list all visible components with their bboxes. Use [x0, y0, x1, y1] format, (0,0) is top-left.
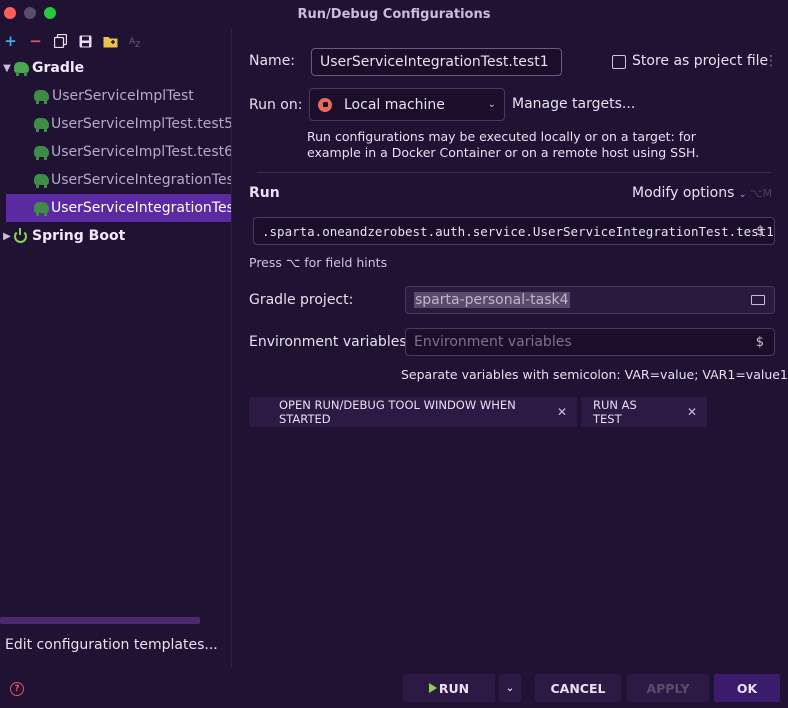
section-divider — [257, 172, 771, 173]
configurations-toolbar: + − AZ — [0, 28, 231, 54]
window-title: Run/Debug Configurations — [297, 6, 491, 22]
chip-open-tool-window: OPEN RUN/DEBUG TOOL WINDOW WHEN STARTED … — [249, 397, 577, 427]
run-button[interactable]: RUN — [403, 674, 495, 702]
tree-group-spring-boot[interactable]: ▶ Spring Boot — [0, 222, 231, 250]
edit-templates-link[interactable]: Edit configuration templates... — [5, 637, 218, 653]
folder-icon[interactable] — [751, 295, 765, 305]
tree-item[interactable]: UserServiceImplTest.test6 — [0, 138, 231, 166]
gradle-project-input[interactable]: sparta-personal-task4 — [405, 286, 775, 314]
gradle-project-value: sparta-personal-task4 — [414, 292, 570, 308]
run-button-label: RUN — [438, 680, 470, 696]
tree-item-label: UserServiceImplTest.test5 — [51, 116, 231, 132]
window-controls — [4, 7, 56, 19]
plus-icon[interactable]: + — [2, 32, 19, 50]
play-icon — [428, 683, 437, 693]
dialog-footer: ? RUN ⌄ CANCEL APPLY OK — [0, 668, 788, 708]
manage-targets-link[interactable]: Manage targets... — [512, 96, 635, 112]
run-dropdown-button[interactable]: ⌄ — [499, 674, 521, 702]
modify-options-label: Modify options — [632, 185, 735, 201]
store-as-project-file-checkbox[interactable] — [612, 55, 626, 69]
close-window-button[interactable] — [4, 7, 16, 19]
env-variables-input[interactable]: Environment variables $ — [405, 328, 775, 356]
run-on-note-line-1: Run configurations may be executed local… — [307, 129, 696, 144]
gradle-icon — [34, 201, 49, 216]
local-machine-icon — [318, 97, 332, 112]
chevron-down-icon[interactable]: ▼ — [0, 63, 14, 74]
new-folder-icon[interactable] — [102, 33, 119, 50]
minus-icon[interactable]: − — [27, 32, 44, 50]
modify-options-shortcut: ⌥M — [750, 187, 773, 200]
field-hints-text: Press ⌥ for field hints — [249, 255, 388, 270]
tree-item-label: UserServiceIntegrationTest.test1 — [51, 200, 231, 216]
macros-dollar-icon[interactable]: $ — [756, 224, 764, 239]
name-input-value: UserServiceIntegrationTest.test1 — [320, 54, 549, 70]
tree-item[interactable]: UserServiceIntegrationTest — [0, 166, 231, 194]
tree-group-label: Gradle — [32, 60, 85, 76]
chevron-down-icon: ⌄ — [738, 189, 747, 200]
configuration-form: Name: UserServiceIntegrationTest.test1 S… — [232, 28, 788, 668]
run-on-label: Run on: — [249, 97, 303, 113]
run-section-title: Run — [249, 185, 280, 201]
env-variables-label: Environment variables: — [249, 334, 412, 350]
gradle-icon — [34, 89, 50, 104]
help-icon[interactable]: ? — [10, 682, 24, 696]
cancel-button[interactable]: CANCEL — [535, 674, 621, 702]
macros-dollar-icon[interactable]: $ — [756, 335, 764, 350]
tree-item-label: UserServiceImplTest — [52, 88, 194, 104]
save-icon[interactable] — [77, 33, 94, 50]
tasks-input-value: .sparta.oneandzerobest.auth.service.User… — [262, 223, 775, 239]
horizontal-scrollbar[interactable] — [0, 617, 200, 624]
store-as-project-file-label: Store as project file — [632, 53, 769, 69]
configurations-tree: ▼ Gradle UserServiceImplTest UserService… — [0, 54, 231, 250]
run-on-note-line-2: example in a Docker Container or on a re… — [307, 145, 700, 160]
spring-boot-icon — [14, 227, 27, 243]
name-label: Name: — [249, 53, 296, 69]
run-on-value: Local machine — [344, 96, 445, 113]
configurations-panel: + − AZ ▼ Gradle UserServiceImplTest User… — [0, 28, 232, 668]
chevron-right-icon[interactable]: ▶ — [0, 231, 14, 242]
gradle-icon — [14, 61, 30, 76]
run-on-select[interactable]: Local machine ⌄ — [309, 88, 505, 121]
gradle-project-label: Gradle project: — [249, 292, 354, 308]
svg-text:Z: Z — [135, 40, 141, 48]
copy-icon[interactable] — [52, 33, 69, 50]
tree-group-label: Spring Boot — [32, 228, 126, 244]
modify-options-button[interactable]: Modify options ⌄ — [632, 185, 747, 201]
chevron-down-icon: ⌄ — [505, 682, 515, 694]
zoom-window-button[interactable] — [44, 7, 56, 19]
env-variables-note: Separate variables with semicolon: VAR=v… — [401, 367, 788, 382]
name-input[interactable]: UserServiceIntegrationTest.test1 — [311, 48, 562, 76]
chip-run-as-test: RUN AS TEST ✕ — [581, 397, 707, 427]
chevron-down-icon: ⌄ — [487, 99, 496, 110]
tree-item[interactable]: UserServiceImplTest — [0, 82, 231, 110]
tree-item-label: UserServiceImplTest.test6 — [51, 144, 231, 160]
tree-item-selected[interactable]: UserServiceIntegrationTest.test1 — [6, 194, 231, 222]
close-icon[interactable]: ✕ — [557, 405, 567, 419]
apply-button[interactable]: APPLY — [627, 674, 709, 702]
minimize-window-button[interactable] — [24, 7, 36, 19]
gradle-icon — [34, 117, 49, 132]
tree-item[interactable]: UserServiceImplTest.test5 — [0, 110, 231, 138]
tasks-input[interactable]: .sparta.oneandzerobest.auth.service.User… — [253, 217, 775, 245]
chip-label: OPEN RUN/DEBUG TOOL WINDOW WHEN STARTED — [279, 398, 516, 426]
chip-label: RUN AS TEST — [593, 398, 637, 426]
sort-icon[interactable]: AZ — [127, 33, 144, 50]
title-bar: Run/Debug Configurations — [0, 0, 788, 28]
more-options-icon[interactable]: ⋮ — [764, 53, 778, 69]
gradle-icon — [34, 145, 49, 160]
close-icon[interactable]: ✕ — [687, 405, 697, 419]
tree-group-gradle[interactable]: ▼ Gradle — [0, 54, 231, 82]
ok-button[interactable]: OK — [714, 674, 780, 702]
env-variables-placeholder: Environment variables — [414, 334, 572, 350]
gradle-icon — [34, 173, 49, 188]
tree-item-label: UserServiceIntegrationTest — [51, 172, 231, 188]
